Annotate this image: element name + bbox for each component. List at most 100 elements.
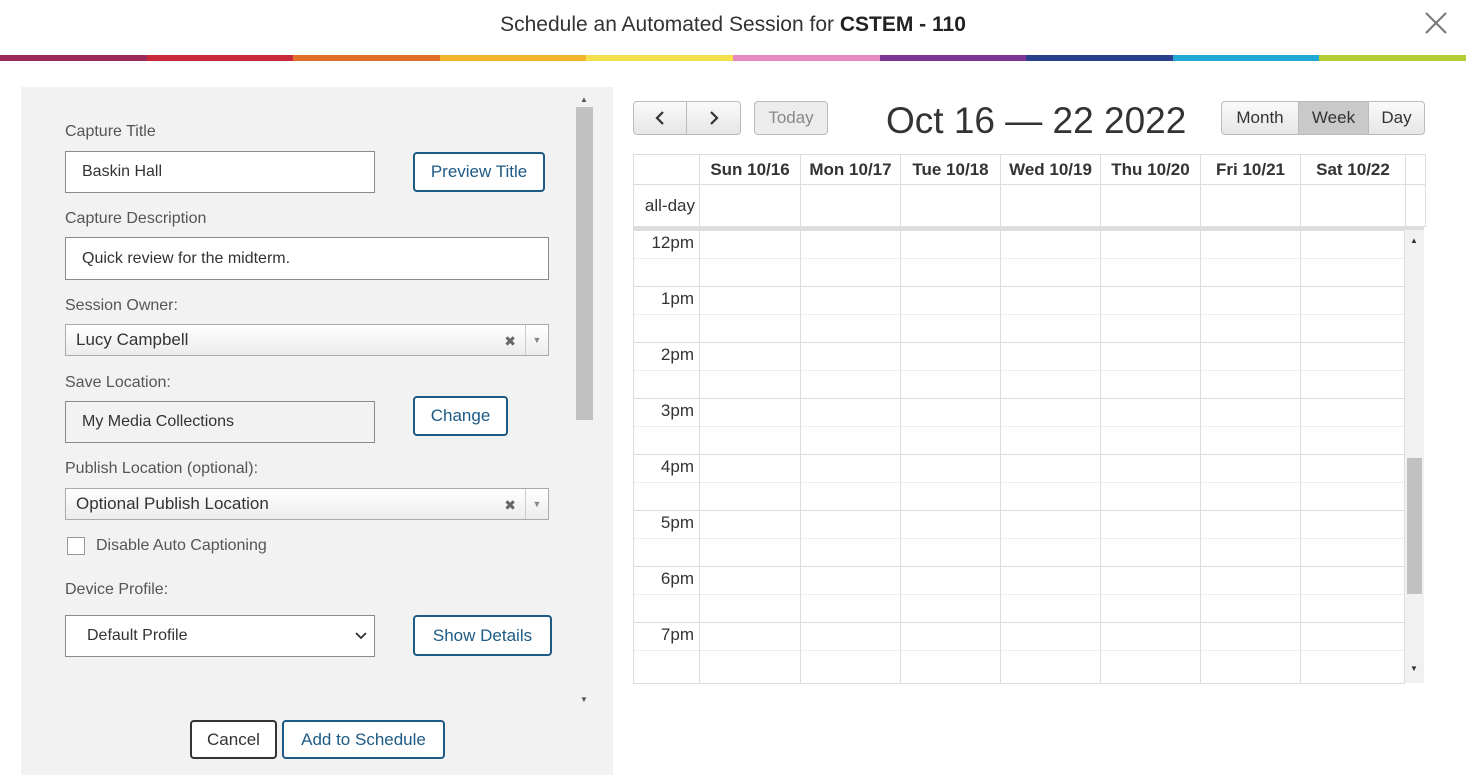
hour-row[interactable]: [634, 566, 1405, 594]
scrollbar-thumb[interactable]: [1407, 458, 1422, 594]
session-owner-select[interactable]: Lucy Campbell ✖ ▼: [65, 324, 549, 356]
dropdown-arrow-icon[interactable]: ▼: [525, 489, 548, 519]
preview-title-button[interactable]: Preview Title: [413, 152, 545, 192]
hour-row[interactable]: [634, 230, 1405, 258]
dialog-title-prefix: Schedule an Automated Session for: [500, 13, 840, 36]
day-column-line: [900, 230, 901, 683]
device-profile-select[interactable]: Default Profile: [65, 615, 375, 657]
clear-icon[interactable]: ✖: [504, 333, 516, 350]
half-hour-row[interactable]: [634, 650, 1405, 678]
half-hour-row[interactable]: [634, 370, 1405, 398]
view-week-button[interactable]: Week: [1298, 101, 1369, 135]
all-day-cell[interactable]: [1100, 184, 1201, 227]
all-day-cell[interactable]: [1200, 184, 1301, 227]
scroll-up-icon[interactable]: ▲: [580, 95, 588, 104]
hour-row[interactable]: [634, 454, 1405, 482]
clear-icon[interactable]: ✖: [504, 497, 516, 514]
rainbow-segment: [732, 55, 880, 61]
hour-row[interactable]: [634, 510, 1405, 538]
save-location-label: Save Location:: [65, 374, 171, 391]
rainbow-segment: [1026, 55, 1173, 61]
dialog-title: Schedule an Automated Session for CSTEM …: [0, 13, 1466, 37]
session-form-panel: Capture Title Baskin Hall Preview Title …: [21, 87, 613, 775]
next-week-button[interactable]: [686, 101, 741, 135]
half-hour-row[interactable]: [634, 258, 1405, 286]
hour-row[interactable]: [634, 622, 1405, 650]
hour-label: 3pm: [660, 401, 694, 420]
device-profile-value: Default Profile: [87, 627, 188, 644]
half-hour-row[interactable]: [634, 538, 1405, 566]
rainbow-segment: [1319, 55, 1466, 61]
rainbow-segment: [293, 55, 440, 61]
corner-cell: [633, 154, 700, 185]
view-day-button[interactable]: Day: [1368, 101, 1425, 135]
device-profile-label: Device Profile:: [65, 581, 169, 598]
show-details-button[interactable]: Show Details: [413, 615, 552, 656]
calendar-scrollbar[interactable]: ▲ ▼: [1405, 230, 1424, 683]
publish-location-select[interactable]: Optional Publish Location ✖ ▼: [65, 488, 549, 520]
hour-row[interactable]: [634, 398, 1405, 426]
add-to-schedule-button[interactable]: Add to Schedule: [282, 720, 445, 759]
rainbow-segment: [879, 55, 1027, 61]
dialog-title-course: CSTEM - 110: [839, 13, 966, 36]
calendar-time-grid[interactable]: 12pm 1pm 2pm 3pm 4pm 5pm 6pm 7pm: [633, 230, 1405, 684]
all-day-cell[interactable]: [1300, 184, 1406, 227]
chevron-right-icon: [709, 111, 719, 125]
hour-row[interactable]: [634, 342, 1405, 370]
dropdown-arrow-icon[interactable]: ▼: [525, 325, 548, 355]
capture-description-label: Capture Description: [65, 210, 207, 227]
scroll-up-icon[interactable]: ▲: [1410, 236, 1418, 245]
hour-label: 2pm: [660, 345, 694, 364]
rainbow-segment: [439, 55, 587, 61]
half-hour-row[interactable]: [634, 426, 1405, 454]
day-header: Sun 10/16: [699, 154, 801, 185]
publish-location-label: Publish Location (optional):: [65, 460, 259, 477]
close-icon[interactable]: [1424, 11, 1448, 35]
rainbow-segment: [146, 55, 294, 61]
half-hour-row[interactable]: [634, 314, 1405, 342]
day-header: Fri 10/21: [1200, 154, 1301, 185]
all-day-cell[interactable]: [1000, 184, 1101, 227]
half-hour-row[interactable]: [634, 594, 1405, 622]
view-month-button[interactable]: Month: [1221, 101, 1299, 135]
calendar-day-header: Sun 10/16 Mon 10/17 Tue 10/18 Wed 10/19 …: [633, 154, 1426, 227]
capture-title-input[interactable]: Baskin Hall: [65, 151, 375, 193]
all-day-label: all-day: [633, 184, 700, 227]
disable-captioning-checkbox[interactable]: [67, 537, 85, 555]
disable-captioning-label: Disable Auto Captioning: [96, 537, 267, 554]
hour-row[interactable]: [634, 286, 1405, 314]
cancel-button[interactable]: Cancel: [190, 720, 277, 759]
session-owner-value: Lucy Campbell: [76, 330, 189, 349]
hour-label: 4pm: [660, 457, 694, 476]
day-column-line: [800, 230, 801, 683]
prev-week-button[interactable]: [633, 101, 687, 135]
day-header: Mon 10/17: [800, 154, 901, 185]
day-column-line: [1300, 230, 1301, 683]
form-scroll-area: Capture Title Baskin Hall Preview Title …: [21, 87, 577, 707]
header-spacer: [1405, 184, 1426, 227]
rainbow-segment: [0, 55, 147, 61]
half-hour-row[interactable]: [634, 482, 1405, 510]
day-column-line: [1200, 230, 1201, 683]
all-day-cell[interactable]: [900, 184, 1001, 227]
scroll-down-icon[interactable]: ▼: [1410, 664, 1418, 673]
rainbow-bar: [0, 55, 1466, 61]
hour-label: 7pm: [660, 625, 694, 644]
chevron-down-icon: [355, 632, 367, 640]
day-header: Sat 10/22: [1300, 154, 1406, 185]
session-owner-label: Session Owner:: [65, 297, 178, 314]
rainbow-segment: [1172, 55, 1320, 61]
all-day-cell[interactable]: [800, 184, 901, 227]
day-header: Wed 10/19: [1000, 154, 1101, 185]
day-header: Tue 10/18: [900, 154, 1001, 185]
today-button[interactable]: Today: [754, 101, 828, 135]
scrollbar-thumb[interactable]: [576, 107, 593, 420]
day-column-line: [1100, 230, 1101, 683]
hour-label: 12pm: [651, 233, 694, 252]
dialog-header: Schedule an Automated Session for CSTEM …: [0, 0, 1466, 55]
scroll-down-icon[interactable]: ▼: [580, 695, 588, 704]
change-location-button[interactable]: Change: [413, 396, 508, 436]
form-scrollbar[interactable]: ▲ ▼: [576, 87, 593, 707]
all-day-cell[interactable]: [699, 184, 801, 227]
capture-description-input[interactable]: Quick review for the midterm.: [65, 237, 549, 280]
